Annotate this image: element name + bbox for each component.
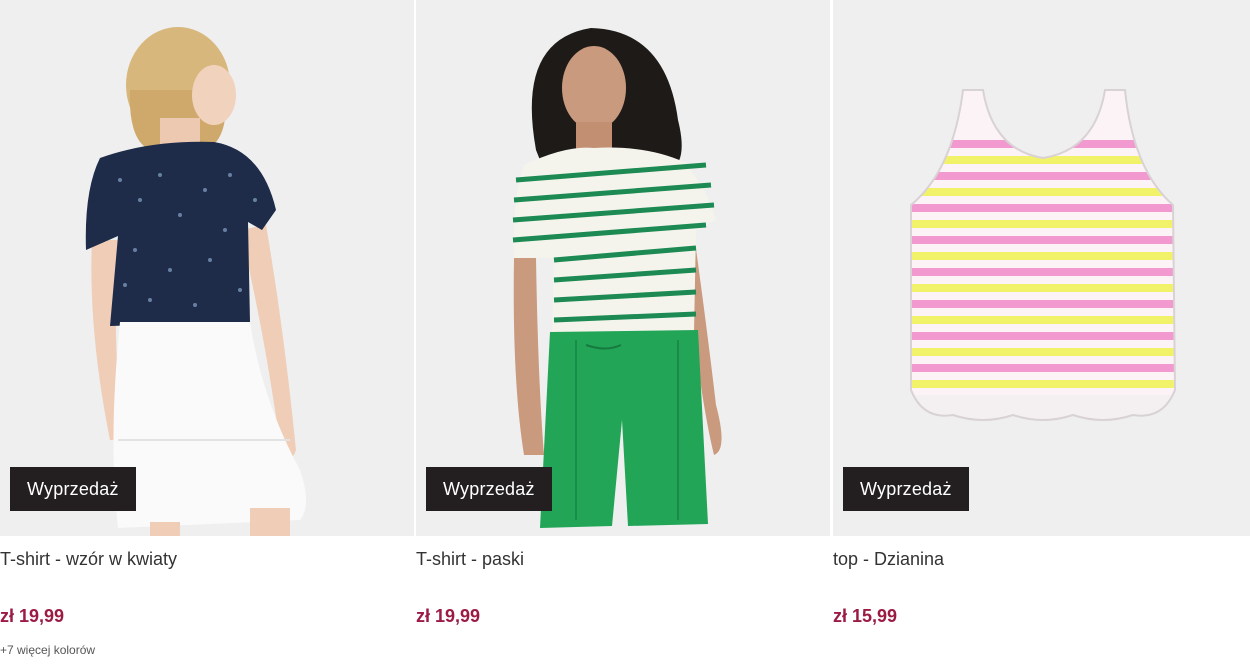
sale-badge: Wyprzedaż bbox=[10, 467, 136, 511]
product-photo-knit-top bbox=[910, 89, 1177, 421]
product-price: zł 15,99 bbox=[833, 606, 898, 626]
product-price: zł 19,99 bbox=[416, 606, 481, 626]
product-title[interactable]: T-shirt - paski bbox=[416, 549, 524, 570]
product-photo-striped-tshirt bbox=[512, 28, 722, 528]
product-card[interactable]: Wyprzedaż T-shirt - paski zł 19,99 bbox=[416, 0, 830, 669]
product-image[interactable]: Wyprzedaż bbox=[0, 0, 414, 536]
product-title[interactable]: top - Dzianina bbox=[833, 549, 944, 570]
product-image[interactable]: Wyprzedaż bbox=[416, 0, 830, 536]
sale-badge: Wyprzedaż bbox=[843, 467, 969, 511]
more-colors-link[interactable]: +7 więcej kolorów bbox=[0, 643, 95, 657]
product-title[interactable]: T-shirt - wzór w kwiaty bbox=[0, 549, 177, 570]
product-grid: Wyprzedaż T-shirt - wzór w kwiaty zł 19,… bbox=[0, 0, 1250, 669]
product-image[interactable]: Wyprzedaż bbox=[833, 0, 1250, 536]
product-photo-floral-tshirt bbox=[85, 27, 306, 536]
product-card[interactable]: Wyprzedaż top - Dzianina zł 15,99 bbox=[833, 0, 1250, 669]
product-card[interactable]: Wyprzedaż T-shirt - wzór w kwiaty zł 19,… bbox=[0, 0, 414, 669]
product-price: zł 19,99 bbox=[0, 606, 65, 626]
sale-badge: Wyprzedaż bbox=[426, 467, 552, 511]
